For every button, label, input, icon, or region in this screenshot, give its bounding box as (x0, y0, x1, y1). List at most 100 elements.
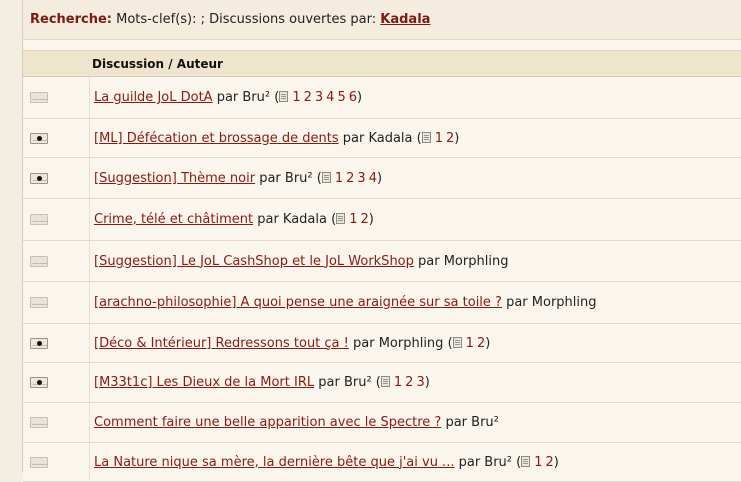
empty-cell (55, 403, 90, 442)
search-criteria-text: Mots-clef(s): ; Discussions ouvertes par… (112, 12, 381, 27)
page-links: (1 2) (512, 454, 559, 470)
status-cell (23, 297, 55, 308)
page-link[interactable]: 3 (357, 171, 365, 186)
discussion-cell: [Suggestion] Thème noir par Bru² (1 2 3 4) (90, 171, 382, 186)
read-envelope-icon (30, 297, 48, 308)
spacer (23, 40, 741, 51)
pages-document-icon (336, 213, 346, 224)
discussion-author: Bru² (484, 454, 513, 470)
empty-cell (55, 158, 90, 198)
discussion-author: Kadala (282, 212, 327, 227)
read-envelope-icon (30, 417, 48, 428)
read-envelope-icon (30, 214, 48, 225)
page-link[interactable]: 3 (315, 90, 323, 105)
discussion-author: Bru² (242, 90, 271, 105)
status-cell (23, 456, 55, 468)
read-envelope-icon (30, 92, 48, 103)
discussion-title-link[interactable]: [Suggestion] Le JoL CashShop et le JoL W… (94, 254, 414, 269)
search-summary-bar: Recherche: Mots-clef(s): ; Discussions o… (23, 0, 741, 40)
par-label: par (501, 295, 532, 310)
search-author-link[interactable]: Kadala (380, 12, 430, 27)
par-label: par (255, 170, 285, 186)
pages-document-icon (321, 171, 331, 183)
unread-envelope-icon (30, 172, 48, 184)
discussion-author: Morphling (443, 253, 509, 269)
table-row: [Déco & Intérieur] Redressons tout ça ! … (23, 324, 741, 363)
table-row: [Suggestion] Thème noir par Bru² (1 2 3 4) (23, 158, 741, 199)
page-link[interactable]: 5 (337, 90, 345, 105)
discussion-title-link[interactable]: Crime, télé et châtiment (94, 212, 253, 227)
page-link[interactable]: 2 (346, 171, 354, 186)
empty-cell (55, 443, 90, 481)
discussion-author: Morphling (378, 335, 444, 351)
pages-document-icon (279, 91, 289, 102)
page-links: (1 2) (443, 335, 491, 351)
page-link[interactable]: 4 (326, 90, 334, 105)
page-link[interactable]: 6 (349, 90, 357, 105)
page-link[interactable]: 1 (435, 131, 443, 146)
discussion-cell: Crime, télé et châtiment par Kadala (1 2) (90, 212, 374, 227)
page-link[interactable]: 1 (534, 455, 542, 470)
page-link[interactable]: 2 (446, 131, 454, 146)
page-links: (1 2 3) (371, 375, 430, 390)
status-cell (23, 255, 55, 267)
table-row: Crime, télé et châtiment par Kadala (1 2) (23, 199, 741, 241)
discussion-cell: [M33t1c] Les Dieux de la Mort IRL par Br… (90, 375, 430, 390)
page-link[interactable]: 2 (546, 455, 554, 470)
pages-document-icon (521, 455, 531, 467)
par-label: par (212, 90, 243, 105)
forum-search-results: Recherche: Mots-clef(s): ; Discussions o… (22, 0, 741, 482)
column-header-discussion-author: Discussion / Auteur (23, 51, 741, 77)
status-cell (23, 214, 55, 225)
page-link[interactable]: 2 (405, 375, 413, 390)
table-row: La Nature nique sa mère, la dernière bêt… (23, 443, 741, 482)
unread-envelope-icon (30, 337, 48, 349)
page-link[interactable]: 2 (304, 90, 312, 105)
pages-document-icon (452, 336, 462, 348)
table-row: [M33t1c] Les Dieux de la Mort IRL par Br… (23, 363, 741, 403)
page-link[interactable]: 2 (360, 212, 368, 227)
read-envelope-icon (30, 255, 48, 267)
par-label: par (348, 335, 379, 351)
empty-cell (55, 119, 90, 157)
status-cell (23, 417, 55, 428)
discussion-title-link[interactable]: Comment faire une belle apparition avec … (94, 415, 441, 430)
page-link[interactable]: 2 (477, 336, 485, 351)
discussion-title-link[interactable]: [Suggestion] Thème noir (94, 171, 255, 186)
discussion-cell: [Déco & Intérieur] Redressons tout ça ! … (90, 336, 490, 351)
discussion-author: Kadala (368, 130, 413, 146)
page-links: (1 2 3 4 5 6) (270, 90, 363, 105)
pages-document-icon (421, 131, 431, 143)
page-link[interactable]: 4 (369, 171, 377, 186)
discussion-cell: [Suggestion] Le JoL CashShop et le JoL W… (90, 254, 508, 269)
status-cell (23, 132, 55, 144)
page-link[interactable]: 1 (335, 171, 343, 186)
status-cell (23, 377, 55, 388)
page-link[interactable]: 1 (466, 336, 474, 351)
pages-document-icon (380, 376, 390, 387)
discussion-title-link[interactable]: [M33t1c] Les Dieux de la Mort IRL (94, 375, 314, 390)
page-links: (1 2) (326, 212, 374, 227)
par-label: par (454, 454, 485, 470)
discussion-title-link[interactable]: [Déco & Intérieur] Redressons tout ça ! (94, 336, 349, 351)
page-link[interactable]: 1 (292, 90, 300, 105)
page-link[interactable]: 1 (349, 212, 357, 227)
discussion-author: Bru² (343, 375, 372, 390)
discussion-title-link[interactable]: [arachno-philosophie] A quoi pense une a… (94, 295, 502, 310)
discussion-title-link[interactable]: La Nature nique sa mère, la dernière bêt… (94, 455, 454, 470)
unread-envelope-icon (30, 377, 48, 388)
unread-envelope-icon (30, 132, 48, 144)
table-row: [Suggestion] Le JoL CashShop et le JoL W… (23, 241, 741, 282)
empty-cell (55, 199, 90, 240)
discussion-cell: Comment faire une belle apparition avec … (90, 415, 499, 430)
par-label: par (338, 130, 369, 146)
read-envelope-icon (30, 456, 48, 468)
status-cell (23, 337, 55, 349)
discussion-title-link[interactable]: [ML] Défécation et brossage de dents (94, 131, 339, 146)
table-row: [arachno-philosophie] A quoi pense une a… (23, 282, 741, 324)
page-link[interactable]: 3 (416, 375, 424, 390)
table-row: Comment faire une belle apparition avec … (23, 403, 741, 443)
discussion-author: Bru² (471, 415, 499, 430)
discussion-title-link[interactable]: La guilde JoL DotA (94, 90, 213, 105)
page-link[interactable]: 1 (394, 375, 402, 390)
